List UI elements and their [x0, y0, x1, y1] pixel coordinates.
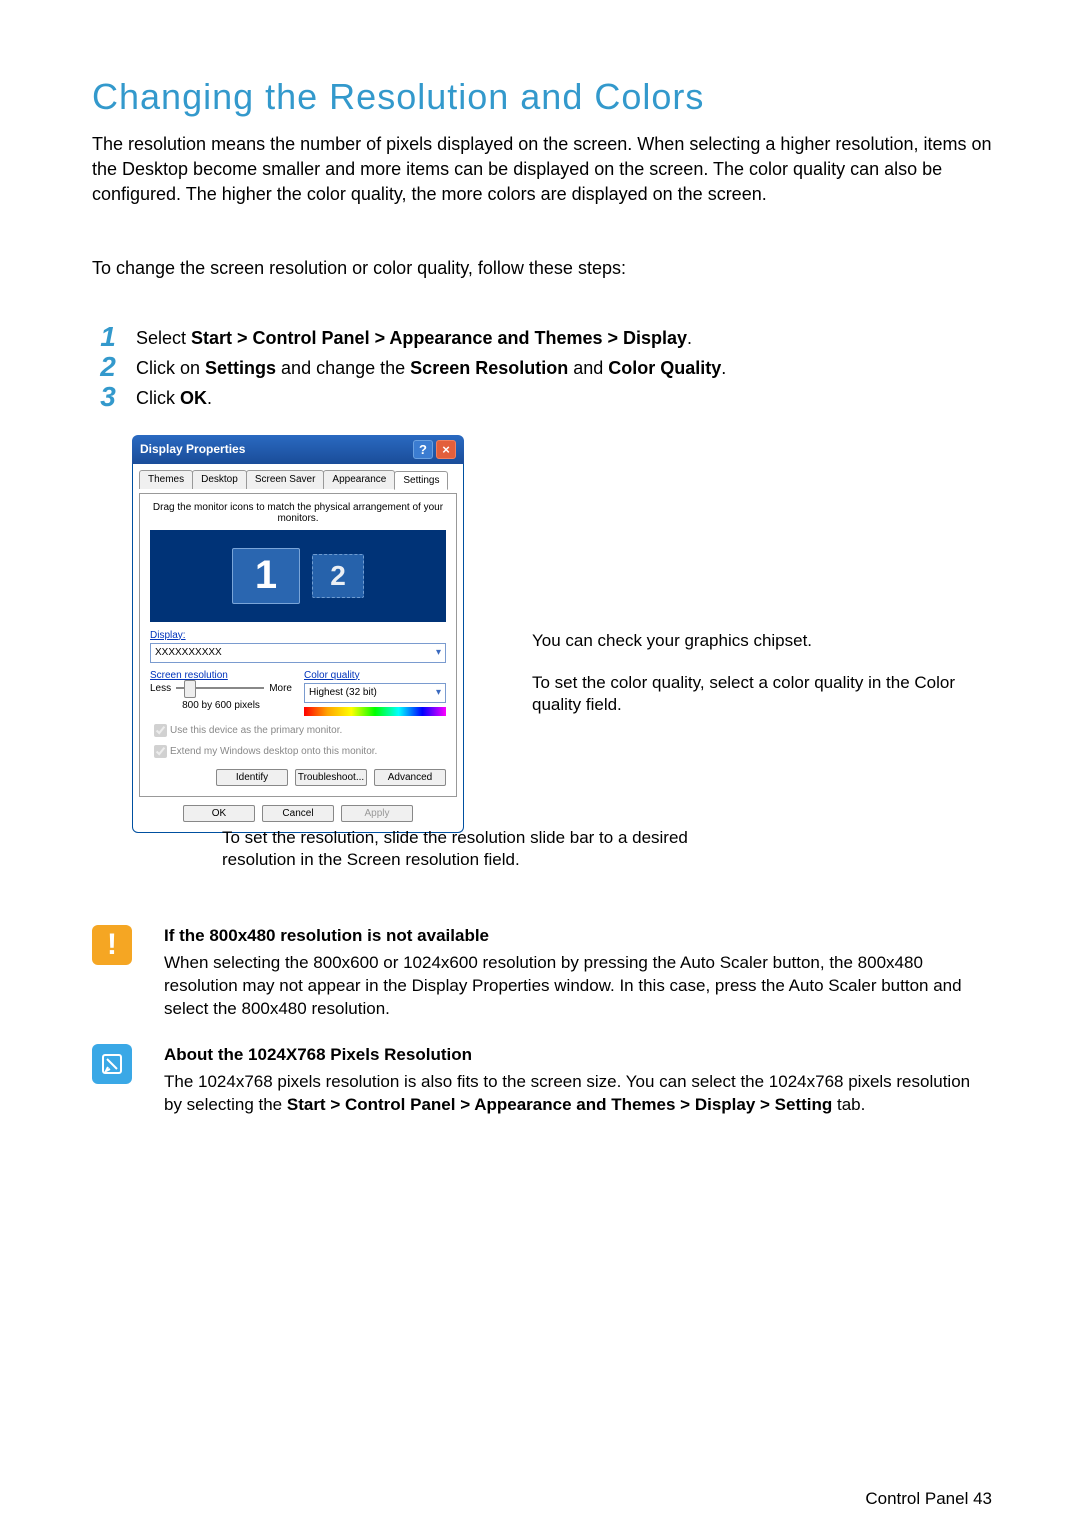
advanced-button[interactable]: Advanced	[374, 769, 446, 786]
arrangement-hint: Drag the monitor icons to match the phys…	[150, 502, 446, 524]
primary-monitor-checkbox: Use this device as the primary monitor.	[150, 721, 446, 740]
step-3: 3 Click OK.	[92, 387, 992, 410]
step-text: Select	[136, 328, 191, 348]
apply-button[interactable]: Apply	[341, 805, 413, 822]
intro-paragraph: The resolution means the number of pixel…	[92, 132, 992, 208]
callout-resolution: To set the resolution, slide the resolut…	[222, 827, 702, 871]
chevron-down-icon: ▾	[436, 647, 441, 658]
note-title: About the 1024X768 Pixels Resolution	[164, 1044, 992, 1067]
step-1: 1 Select Start > Control Panel > Appeara…	[92, 327, 992, 350]
step-path: Start > Control Panel > Appearance and T…	[191, 328, 687, 348]
troubleshoot-button[interactable]: Troubleshoot...	[295, 769, 367, 786]
resolution-slider[interactable]: Less More	[150, 683, 292, 694]
display-dropdown[interactable]: XXXXXXXXXX ▾	[150, 643, 446, 663]
identify-button[interactable]: Identify	[216, 769, 288, 786]
chevron-down-icon: ▾	[436, 687, 441, 698]
callout-graphics-chipset: You can check your graphics chipset.	[532, 630, 902, 652]
resolution-value: 800 by 600 pixels	[150, 700, 292, 711]
step-number: 3	[92, 379, 124, 415]
info-note: About the 1024X768 Pixels Resolution The…	[92, 1044, 992, 1117]
slider-track[interactable]	[176, 687, 264, 689]
footer-page: 43	[973, 1489, 992, 1508]
color-quality-dropdown[interactable]: Highest (32 bit) ▾	[304, 683, 446, 703]
tabs: Themes Desktop Screen Saver Appearance S…	[139, 470, 457, 489]
tab-appearance[interactable]: Appearance	[323, 470, 395, 489]
dialog-title: Display Properties	[140, 442, 245, 456]
step-2: 2 Click on Settings and change the Scree…	[92, 357, 992, 380]
close-icon[interactable]: ×	[436, 440, 456, 459]
monitor-arrangement[interactable]: 1 2	[150, 530, 446, 622]
color-quality-value: Highest (32 bit)	[309, 687, 377, 698]
color-spectrum	[304, 707, 446, 716]
steps-list: 1 Select Start > Control Panel > Appeara…	[92, 327, 992, 411]
display-properties-dialog: Display Properties ? × Themes Desktop Sc…	[132, 435, 464, 833]
monitor-2[interactable]: 2	[312, 554, 364, 598]
note-body: When selecting the 800x600 or 1024x600 r…	[164, 953, 962, 1018]
footer-section: Control Panel	[865, 1489, 973, 1508]
tab-themes[interactable]: Themes	[139, 470, 193, 489]
note-title: If the 800x480 resolution is not availab…	[164, 925, 992, 948]
exclamation-icon: !	[92, 925, 132, 965]
titlebar: Display Properties ? ×	[132, 435, 464, 464]
display-value: XXXXXXXXXX	[155, 647, 222, 658]
callout-color-quality: To set the color quality, select a color…	[532, 672, 962, 716]
extend-desktop-checkbox: Extend my Windows desktop onto this moni…	[150, 742, 446, 761]
display-label: Display:	[150, 630, 446, 641]
page-footer: Control Panel 43	[865, 1489, 992, 1509]
monitor-1[interactable]: 1	[232, 548, 300, 604]
figure-area: Display Properties ? × Themes Desktop Sc…	[132, 435, 992, 865]
tab-settings[interactable]: Settings	[394, 471, 448, 490]
color-quality-label: Color quality	[304, 670, 446, 681]
cancel-button[interactable]: Cancel	[262, 805, 334, 822]
page-title: Changing the Resolution and Colors	[92, 76, 992, 118]
note-icon	[92, 1044, 132, 1084]
ok-button[interactable]: OK	[183, 805, 255, 822]
help-icon[interactable]: ?	[413, 440, 433, 459]
warning-note: ! If the 800x480 resolution is not avail…	[92, 925, 992, 1021]
lead-paragraph: To change the screen resolution or color…	[92, 258, 992, 279]
tab-desktop[interactable]: Desktop	[192, 470, 247, 489]
tab-screen-saver[interactable]: Screen Saver	[246, 470, 325, 489]
screen-resolution-label: Screen resolution	[150, 670, 292, 681]
